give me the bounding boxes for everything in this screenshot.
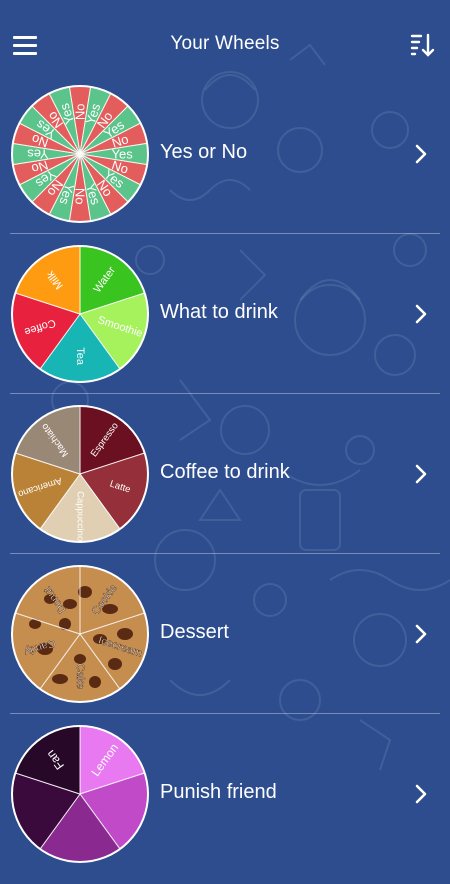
chevron-right-icon	[415, 464, 427, 484]
page-title: Your Wheels	[170, 33, 280, 54]
chevron-right-icon	[415, 784, 427, 804]
chocolate-chip	[89, 676, 101, 688]
wheel-thumbnail: Espresso Latte Cappuccino Americano Machiato	[10, 404, 150, 544]
sort-button[interactable]	[408, 31, 440, 59]
wheel-graphic: CookieIcecreamCakeCandyDonut	[11, 565, 149, 703]
wheel-thumbnail: No Yes No Yes No Yes No Yes No Yes No Yes No Yes No Yes…	[10, 84, 150, 224]
app-header: Your Wheels	[0, 0, 450, 88]
row-divider	[10, 393, 440, 394]
chocolate-chip	[52, 674, 68, 684]
wheel-row-yes-or-no[interactable]: No Yes No Yes No Yes No Yes No Yes No Yes No Yes No Yes…	[0, 84, 450, 244]
row-divider	[10, 713, 440, 714]
sort-descending-icon	[410, 33, 435, 57]
wheel-thumbnail: Cookie Icecream Cake Candy Donut	[10, 564, 150, 704]
wheel-name: Yes or No	[160, 141, 248, 163]
wheel-row-punish-friend[interactable]: Lemon Fan Punish friend	[0, 724, 450, 884]
wheel-graphic: NoYesNoYesNoYesNoYesNoYesNoYesNoYesNoYes…	[11, 85, 149, 223]
wheel-graphic: EspressoLatteCappuccinoAmericanoMachiato	[11, 405, 149, 543]
chevron-right-icon	[415, 624, 427, 644]
wheel-thumbnail: Water Smoothie Tea Coffee Milk	[10, 244, 150, 384]
chevron-right-icon	[415, 304, 427, 324]
wheel-row-dessert[interactable]: Cookie Icecream Cake Candy Donut Dessert	[0, 564, 450, 724]
wheel-row-coffee-to-drink[interactable]: Espresso Latte Cappuccino Americano Machiato…	[0, 404, 450, 564]
wheel-graphic: LemonFan	[11, 725, 149, 863]
wheel-segment-label: Cake	[74, 663, 86, 689]
chocolate-chip	[117, 628, 133, 640]
wheel-name: Dessert	[160, 621, 229, 643]
chevron-right-icon	[415, 144, 427, 164]
wheel-row-what-to-drink[interactable]: Water Smoothie Tea Coffee Milk What to drink	[0, 244, 450, 404]
wheel-name: Coffee to drink	[160, 461, 290, 483]
wheel-name: Punish friend	[160, 781, 277, 803]
row-divider	[10, 553, 440, 554]
wheel-graphic: WaterSmoothieTeaCoffeeMilk	[11, 245, 149, 383]
wheel-segment-label: Cappuccino	[75, 491, 86, 541]
row-divider	[10, 233, 440, 234]
wheel-thumbnail: Lemon Fan	[10, 724, 150, 864]
wheel-segment-label: Tea	[74, 347, 86, 366]
chocolate-chip	[108, 658, 122, 670]
wheel-name: What to drink	[160, 301, 278, 323]
